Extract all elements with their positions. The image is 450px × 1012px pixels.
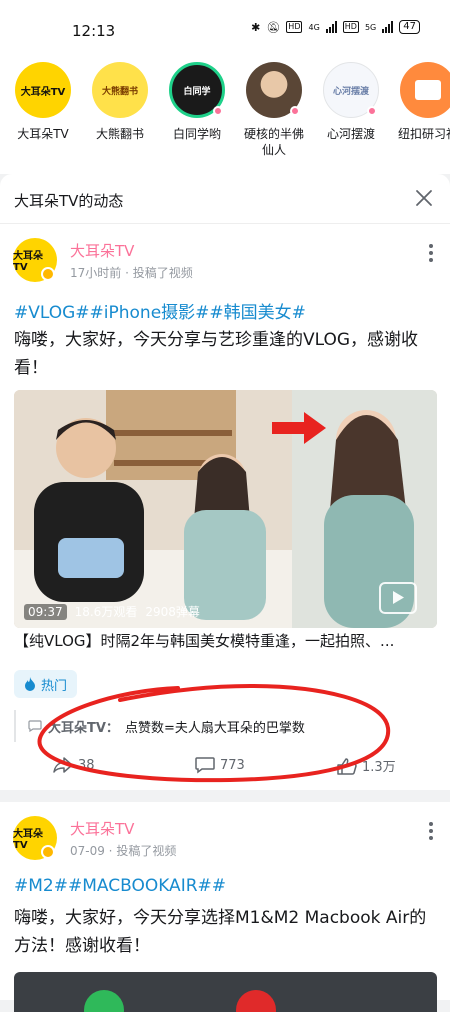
story-name: 纽扣研习社 — [397, 127, 450, 141]
verified-badge — [41, 845, 55, 859]
video-thumbnail[interactable] — [14, 972, 437, 1012]
network-label: 4G — [308, 22, 320, 32]
story-name: 大熊翻书 — [95, 127, 144, 141]
post-actions: 38 773 1.3万 — [0, 752, 450, 784]
post-description: 嗨喽，大家好，今天分享选择M1&M2 Macbook Air的方法！感谢收看！ — [14, 908, 427, 956]
share-count: 38 — [78, 757, 95, 773]
hot-tag[interactable]: 热门 — [14, 670, 78, 698]
hd-badge-2: HD — [342, 21, 359, 33]
story-item[interactable]: 纽扣研习社 — [388, 62, 450, 142]
live-dot — [290, 106, 300, 116]
thumbnail-shape — [84, 990, 124, 1012]
uploader-name[interactable]: 大耳朵TV — [70, 818, 134, 839]
story-item[interactable]: 大熊翻书 大熊翻书 — [80, 62, 160, 142]
flame-icon — [25, 677, 35, 691]
share-button[interactable]: 38 — [52, 756, 95, 774]
pinned-comment[interactable]: 大耳朵TV： 点赞数=夫人扇大耳朵的巴掌数 — [14, 710, 438, 742]
story-name: 白同学哟 — [172, 127, 221, 141]
battery-icon: 47 — [399, 20, 420, 34]
share-icon — [53, 757, 73, 773]
comment-user: 大耳朵TV： — [48, 720, 119, 736]
dynamic-panel: 大耳朵TV的动态 大耳朵TV 大耳朵TV 17小时前 · 投稿了视频 #VLOG… — [0, 174, 450, 1012]
story-name: 硬核的半佛仙人 — [243, 127, 304, 157]
story-item[interactable]: 大耳朵TV 大耳朵TV — [3, 62, 83, 142]
hd-badge: HD — [286, 21, 303, 33]
play-icon[interactable] — [379, 582, 417, 614]
close-icon[interactable] — [414, 188, 434, 208]
more-options-icon[interactable] — [428, 822, 434, 840]
thumbnail-image — [14, 390, 437, 628]
status-icons: ✱ 🔕︎ HD 4G HD 5G 47 — [251, 20, 420, 34]
story-name: 心河摆渡 — [326, 127, 375, 141]
network-label-2: 5G — [364, 22, 377, 32]
comment-bubble-icon — [28, 720, 42, 732]
like-button[interactable]: 1.3万 — [336, 756, 396, 775]
panel-title: 大耳朵TV的动态 — [14, 192, 124, 210]
video-duration: 09:37 — [24, 603, 67, 620]
status-time: 12:13 — [72, 22, 116, 40]
video-thumbnail[interactable]: 09:37 18.6万观看 2908弹幕 — [14, 390, 437, 628]
more-options-icon[interactable] — [428, 244, 434, 262]
story-item[interactable]: 白同学 白同学哟 — [157, 62, 237, 142]
signal-icon-2 — [382, 21, 394, 33]
story-name: 大耳朵TV — [17, 127, 69, 141]
bluetooth-icon: ✱ — [251, 20, 261, 34]
comment-icon — [195, 757, 215, 774]
avatar — [400, 62, 450, 118]
panel-header: 大耳朵TV的动态 — [0, 174, 450, 224]
avatar: 大耳朵TV — [15, 62, 71, 118]
post-card: 大耳朵TV 大耳朵TV 07-09 · 投稿了视频 #M2##MACBOOKAI… — [0, 802, 450, 1012]
live-dot — [213, 106, 223, 116]
post-tags[interactable]: #M2##MACBOOKAIR## — [14, 876, 226, 896]
post-meta: 07-09 · 投稿了视频 — [70, 844, 177, 858]
avatar: 大熊翻书 — [92, 62, 148, 118]
video-stats: 09:37 18.6万观看 2908弹幕 — [24, 603, 200, 620]
uploader-name[interactable]: 大耳朵TV — [70, 240, 134, 261]
post-tags[interactable]: #VLOG##iPhone摄影##韩国美女# — [14, 298, 306, 323]
thumbs-up-icon — [337, 757, 357, 775]
mute-icon: 🔕︎ — [266, 20, 281, 34]
comment-count: 773 — [220, 757, 245, 773]
hot-label: 热门 — [41, 678, 68, 694]
verified-badge — [41, 267, 55, 281]
comment-button[interactable]: 773 — [194, 756, 245, 774]
like-count: 1.3万 — [362, 760, 396, 775]
post-description: 嗨喽，大家好，今天分享与艺珍重逢的VLOG，感谢收看！ — [14, 330, 419, 378]
video-title[interactable]: 【纯VLOG】时隔2年与韩国美女模特重逢，一起拍照、... — [14, 630, 438, 651]
video-views: 18.6万观看 — [74, 605, 138, 619]
live-dot — [367, 106, 377, 116]
video-danmaku: 2908弹幕 — [145, 605, 200, 619]
status-bar: 12:13 ✱ 🔕︎ HD 4G HD 5G 47 — [0, 0, 450, 56]
story-item[interactable]: 硬核的半佛仙人 — [234, 62, 314, 158]
following-avatars-row: 大耳朵TV 大耳朵TV 大熊翻书 大熊翻书 白同学 白同学哟 硬核的半佛仙人 心… — [0, 56, 450, 174]
post-meta: 17小时前 · 投稿了视频 — [70, 266, 193, 280]
thumbnail-shape — [236, 990, 276, 1012]
signal-icon — [325, 21, 337, 33]
comment-text: 点赞数=夫人扇大耳朵的巴掌数 — [124, 720, 305, 736]
story-item[interactable]: 心河摆渡 心河摆渡 — [311, 62, 391, 142]
post-card: 大耳朵TV 大耳朵TV 17小时前 · 投稿了视频 #VLOG##iPhone摄… — [0, 224, 450, 790]
